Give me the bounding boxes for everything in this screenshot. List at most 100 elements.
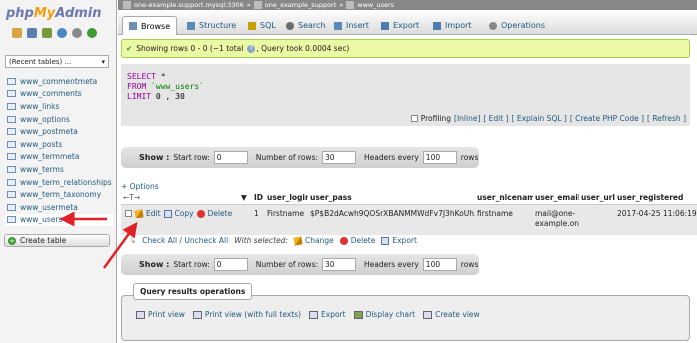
sidebar-table-item[interactable]: www_terms bbox=[5, 163, 113, 176]
sidebar-table-label: www_links bbox=[20, 101, 60, 111]
logout-icon[interactable] bbox=[27, 28, 37, 38]
show-button[interactable]: Show : bbox=[139, 153, 169, 162]
show-button[interactable]: Show : bbox=[139, 260, 169, 269]
database-icon bbox=[253, 1, 262, 9]
headers-every-input[interactable]: 100 bbox=[422, 258, 457, 271]
sidebar-table-label: www_comments bbox=[20, 89, 82, 99]
settings-icon[interactable] bbox=[72, 28, 82, 38]
operations-legend: Query results operations bbox=[133, 283, 253, 300]
inline-link[interactable]: [Inline] bbox=[454, 114, 480, 123]
cell-user-registered[interactable]: 2017-04-25 11:06:19 bbox=[615, 209, 697, 218]
sidebar-table-label: www_commentmeta bbox=[20, 76, 98, 86]
explain-sql-link[interactable]: [ Explain SQL ] bbox=[512, 114, 567, 123]
search-icon bbox=[286, 21, 294, 30]
plus-icon: + bbox=[8, 236, 16, 245]
home-icon[interactable] bbox=[12, 28, 22, 38]
number-of-rows-input[interactable]: 30 bbox=[322, 258, 356, 271]
sidebar-table-item[interactable]: www_options bbox=[5, 113, 113, 126]
recent-tables-select[interactable]: (Recent tables) ... ▾ bbox=[5, 55, 109, 68]
sidebar-table-label: www_term_taxonomy bbox=[20, 190, 102, 200]
sidebar-table-item[interactable]: www_users bbox=[5, 213, 113, 227]
pencil-icon bbox=[134, 209, 144, 218]
export-selected-button[interactable]: Export bbox=[381, 236, 417, 245]
create-php-code-link[interactable]: [ Create PHP Code ] bbox=[570, 114, 644, 123]
export-link[interactable]: Export bbox=[309, 310, 346, 319]
create-view-link[interactable]: Create view bbox=[423, 310, 480, 319]
col-header-user-nicename[interactable]: user_nicename bbox=[475, 193, 533, 202]
row-checkbox[interactable] bbox=[125, 210, 132, 217]
headers-every-input[interactable]: 100 bbox=[422, 151, 457, 164]
tab-export[interactable]: Export bbox=[375, 16, 425, 35]
tab-browse[interactable]: Browse bbox=[122, 16, 178, 35]
table-icon bbox=[7, 191, 16, 199]
breadcrumb-server[interactable]: one-example.support.mysql:3306 bbox=[134, 1, 244, 9]
options-link[interactable]: + Options bbox=[121, 182, 159, 191]
sort-dropdown-icon[interactable]: ▼ bbox=[239, 193, 252, 202]
profiling-checkbox[interactable] bbox=[410, 115, 418, 122]
sidebar-table-label: www_options bbox=[20, 114, 70, 124]
refresh-link[interactable]: [ Refresh ] bbox=[647, 114, 686, 123]
start-row-input[interactable]: 0 bbox=[213, 258, 248, 271]
edit-row-button[interactable]: Edit bbox=[134, 209, 161, 218]
sql-query-box[interactable]: SELECT * FROM `www_users` LIMIT 0 , 30 bbox=[121, 64, 690, 111]
cell-user-email[interactable]: mail@one-example.one bbox=[533, 209, 579, 229]
col-header-user-login[interactable]: user_login bbox=[265, 193, 308, 202]
tab-import[interactable]: Import bbox=[427, 16, 478, 35]
tab-structure[interactable]: Structure bbox=[181, 16, 242, 35]
col-header-id[interactable]: ID bbox=[252, 193, 265, 202]
cell-user-login[interactable]: Firstname bbox=[265, 209, 308, 218]
delete-row-button[interactable]: Delete bbox=[196, 209, 232, 218]
sidebar-table-item[interactable]: www_term_relationships bbox=[5, 176, 113, 189]
col-header-user-url[interactable]: user_url bbox=[579, 193, 615, 202]
tab-search[interactable]: Search bbox=[280, 16, 331, 35]
breadcrumb-table[interactable]: www_users bbox=[357, 1, 394, 9]
reload-icon[interactable] bbox=[87, 28, 97, 38]
help-icon[interactable]: ? bbox=[247, 44, 256, 53]
tab-bar: Browse Structure SQL Search Insert Expor… bbox=[118, 10, 697, 35]
sidebar-table-label: www_users bbox=[20, 215, 63, 225]
tab-sql[interactable]: SQL bbox=[242, 16, 282, 35]
create-table-button[interactable]: + Create table bbox=[4, 234, 110, 247]
breadcrumb-database[interactable]: one_example_support bbox=[265, 1, 337, 9]
copy-icon bbox=[163, 209, 172, 218]
start-row-input[interactable]: 0 bbox=[213, 151, 248, 164]
import-icon bbox=[433, 21, 441, 30]
docs-icon[interactable] bbox=[57, 28, 67, 38]
sidebar-table-label: www_termmeta bbox=[20, 152, 80, 162]
phpmyadmin-logo[interactable]: phpMyAdmin bbox=[6, 6, 102, 21]
col-header-user-email[interactable]: user_email bbox=[533, 193, 579, 202]
sidebar-table-item[interactable]: www_commentmeta bbox=[5, 75, 113, 88]
change-selected-button[interactable]: Change bbox=[293, 235, 334, 246]
cell-user-pass[interactable]: $P$B2dAcwh9QOSrXBANMMWdFv7J3hKoUh. bbox=[308, 209, 475, 218]
col-header-user-pass[interactable]: user_pass bbox=[308, 193, 475, 202]
print-view-link[interactable]: Print view bbox=[136, 310, 185, 319]
edit-sql-link[interactable]: [ Edit ] bbox=[483, 114, 508, 123]
display-chart-link[interactable]: Display chart bbox=[353, 310, 415, 319]
navigation-bar-bottom: Show : Start row: 0 Number of rows: 30 H… bbox=[121, 254, 479, 275]
print-view-full-link[interactable]: Print view (with full texts) bbox=[192, 310, 301, 319]
check-all-link[interactable]: Check All / Uncheck All bbox=[142, 236, 228, 245]
delete-icon bbox=[196, 209, 205, 218]
table-icon bbox=[7, 165, 16, 173]
cell-user-nicename[interactable]: firstname bbox=[475, 209, 533, 218]
sidebar-table-item[interactable]: www_postmeta bbox=[5, 125, 113, 138]
sidebar-table-item[interactable]: www_usermeta bbox=[5, 201, 113, 214]
sidebar-table-item[interactable]: www_term_taxonomy bbox=[5, 188, 113, 201]
copy-row-button[interactable]: Copy bbox=[163, 209, 194, 218]
sidebar-table-item[interactable]: www_posts bbox=[5, 138, 113, 151]
table-icon bbox=[7, 153, 16, 161]
sql-query-icon[interactable] bbox=[42, 28, 52, 38]
sidebar-table-label: www_terms bbox=[20, 164, 64, 174]
tab-operations[interactable]: Operations bbox=[483, 16, 551, 35]
sidebar-table-item[interactable]: www_termmeta bbox=[5, 151, 113, 164]
tab-insert[interactable]: Insert bbox=[328, 16, 375, 35]
printer-icon bbox=[192, 310, 202, 319]
col-header-user-registered[interactable]: user_registered bbox=[615, 193, 697, 202]
cell-id[interactable]: 1 bbox=[252, 209, 265, 218]
column-resize-arrows[interactable]: ←T→ bbox=[121, 193, 239, 202]
number-of-rows-input[interactable]: 30 bbox=[322, 151, 356, 164]
sidebar-table-item[interactable]: www_links bbox=[5, 100, 113, 113]
sidebar-table-item[interactable]: www_comments bbox=[5, 88, 113, 101]
delete-selected-button[interactable]: Delete bbox=[339, 236, 375, 245]
chart-icon bbox=[353, 310, 363, 319]
